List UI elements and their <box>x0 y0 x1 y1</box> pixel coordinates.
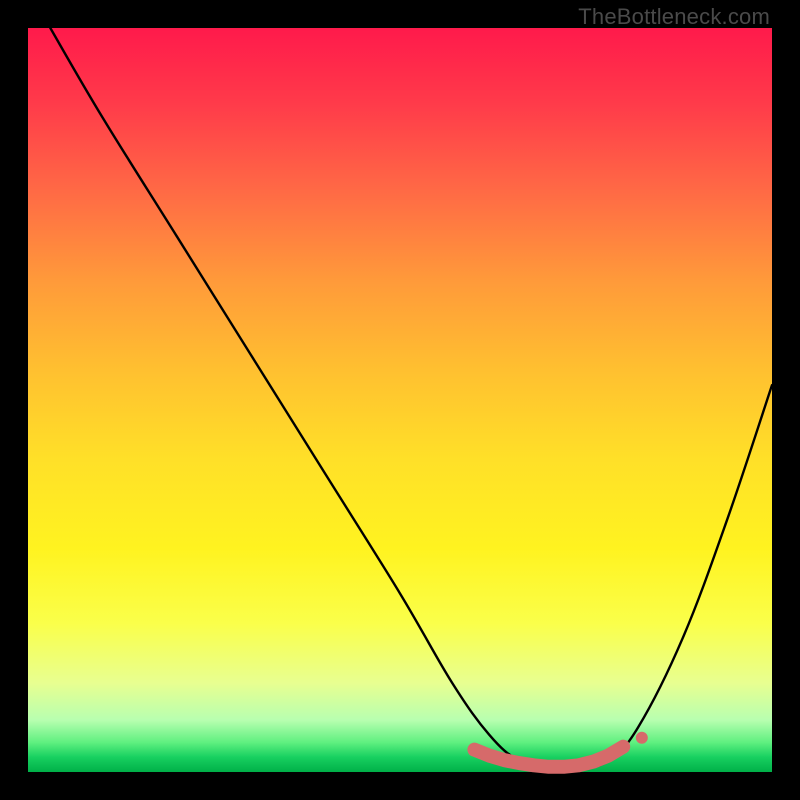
watermark-text: TheBottleneck.com <box>578 4 770 30</box>
highlight-end-dot <box>636 732 648 744</box>
highlight-blob <box>474 747 623 767</box>
chart-frame <box>28 28 772 772</box>
bottleneck-curve <box>50 28 772 769</box>
chart-svg <box>28 28 772 772</box>
highlight-markers <box>474 732 647 767</box>
